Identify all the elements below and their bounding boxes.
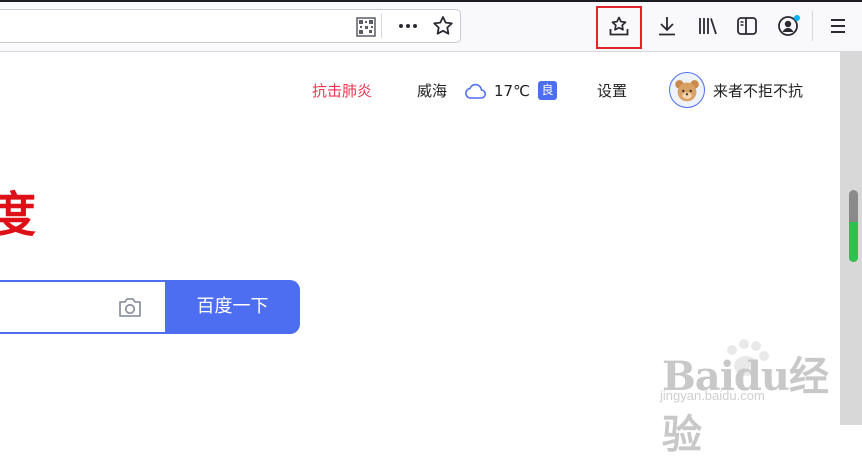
window-top-border [0, 0, 862, 2]
weather-city[interactable]: 威海 [417, 78, 447, 104]
download-icon[interactable] [655, 14, 679, 38]
air-quality-badge: 良 [538, 81, 557, 100]
bear-avatar-icon [675, 80, 699, 102]
pocket-save-icon[interactable] [607, 14, 631, 38]
weather-temperature: 17℃ [494, 82, 530, 100]
hamburger-menu-icon[interactable] [826, 14, 850, 38]
url-bar-separator [381, 14, 382, 38]
cloudy-weather-icon [465, 83, 487, 99]
search-button[interactable]: 百度一下 [165, 280, 300, 334]
avatar[interactable] [669, 72, 705, 108]
fight-pneumonia-link[interactable]: 抗击肺炎 [312, 78, 372, 104]
scrollbar-thumb[interactable] [849, 190, 858, 262]
sidebar-icon[interactable] [735, 14, 759, 38]
account-notification-dot [794, 15, 800, 21]
camera-icon[interactable] [116, 294, 144, 320]
toolbar-separator [812, 11, 813, 41]
settings-link[interactable]: 设置 [597, 78, 627, 104]
browser-toolbar [0, 0, 862, 52]
watermark-subtitle: jingyan.baidu.com [660, 388, 765, 403]
more-actions-icon[interactable] [396, 14, 420, 38]
username-link[interactable]: 来者不拒不抗 [713, 78, 803, 104]
url-bar[interactable] [0, 9, 461, 43]
baidu-logo: 度 [0, 187, 37, 243]
bookmark-star-icon[interactable] [431, 14, 455, 38]
library-icon[interactable] [696, 14, 720, 38]
qr-code-icon[interactable] [354, 15, 378, 39]
